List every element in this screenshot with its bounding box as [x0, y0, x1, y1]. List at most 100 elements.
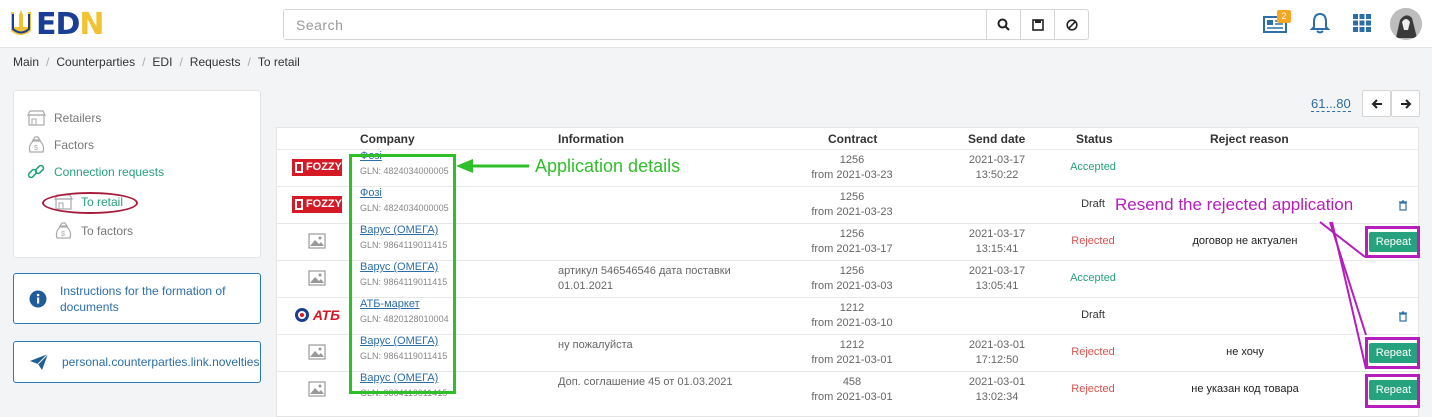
contract-date: from 2021-03-01: [811, 391, 893, 403]
contract-date: from 2021-03-01: [811, 354, 893, 366]
trash-icon[interactable]: [1398, 200, 1408, 211]
svg-text:$: $: [61, 231, 65, 238]
reject-reason-cell: не указан код товара: [1191, 383, 1299, 395]
send-date-cell: 2021-03-17 13:15:41: [952, 227, 1042, 257]
news-button[interactable]: 2: [1262, 9, 1291, 37]
retailer-logo: [291, 233, 343, 249]
send-date-cell: [952, 190, 1042, 205]
contract-number: 1256: [839, 265, 865, 277]
contract-date: from 2021-03-10: [811, 317, 893, 329]
apps-button[interactable]: [1352, 13, 1372, 36]
status-cell: Accepted: [1070, 272, 1116, 284]
contract-date: from 2021-03-23: [811, 206, 893, 218]
breadcrumb: Main / Counterparties / EDI / Requests / To reta…: [13, 55, 300, 69]
novelties-card[interactable]: personal.counterparties.link.novelties: [13, 341, 261, 383]
clear-search-button[interactable]: [1054, 10, 1088, 39]
search-box: [283, 9, 1089, 40]
contract-cell: 1212 from 2021-03-10: [797, 301, 907, 331]
arrow-right-icon: [1400, 98, 1411, 109]
fozzy-logo-text: FOZZY: [305, 161, 342, 173]
annotation-arrow: [456, 159, 529, 173]
info-icon: [29, 290, 47, 307]
svg-text:$: $: [34, 145, 38, 152]
sidebar-item-factors[interactable]: $ Factors: [27, 136, 94, 154]
avatar-image: [1390, 8, 1422, 40]
repeat-highlight-3: [1365, 374, 1420, 408]
application-details-annotation: Application details: [535, 156, 681, 176]
status-cell: Rejected: [1071, 346, 1115, 358]
sidebar-item-connection-requests[interactable]: Connection requests: [27, 163, 164, 181]
user-avatar[interactable]: [1390, 8, 1422, 40]
edin-logo[interactable]: ED N: [8, 6, 105, 42]
information-line-1: Доп. соглашение 45 от 01.03.2021: [558, 376, 733, 388]
application-details-box: [349, 154, 456, 394]
send-date-cell: 2021-03-01 17:12:50: [952, 338, 1042, 368]
breadcrumb-requests[interactable]: Requests: [190, 55, 241, 69]
bell-icon: [1309, 12, 1331, 33]
send-time: 17:12:50: [975, 354, 1019, 366]
send-time: 13:15:41: [975, 243, 1019, 255]
send-date-cell: 2021-03-01 13:02:34: [952, 375, 1042, 405]
information-cell: артикул 546546546 дата поставки 01.01.202…: [558, 264, 731, 294]
logo-text-n: N: [79, 6, 104, 42]
trash-icon[interactable]: [1398, 311, 1408, 322]
send-time: 13:05:41: [975, 280, 1019, 292]
atb-logo: АТБ: [294, 307, 340, 323]
information-line-2: 01.01.2021: [558, 280, 614, 292]
save-search-button[interactable]: [1020, 10, 1054, 39]
image-placeholder-icon: [308, 233, 326, 249]
header-company[interactable]: Company: [360, 132, 415, 146]
sidebar-item-retailers[interactable]: Retailers: [27, 110, 101, 126]
next-page-button[interactable]: [1391, 90, 1420, 117]
retailer-logo: [291, 270, 343, 286]
notifications-button[interactable]: [1309, 12, 1331, 37]
status-cell: Accepted: [1070, 161, 1116, 173]
contract-number: 1212: [839, 302, 865, 314]
prev-page-button[interactable]: [1362, 90, 1391, 117]
trident-icon: [8, 9, 34, 39]
send-date: 2021-03-17: [968, 265, 1026, 277]
pager-range[interactable]: 61...80: [1311, 96, 1351, 112]
breadcrumb-edi[interactable]: EDI: [152, 55, 172, 69]
sidebar: Retailers $ Factors Connection requests …: [13, 90, 261, 258]
header-contract[interactable]: Contract: [828, 132, 877, 146]
header-send-date[interactable]: Send date: [968, 132, 1025, 146]
contract-cell: 1256 from 2021-03-23: [797, 190, 907, 220]
breadcrumb-counterparties[interactable]: Counterparties: [56, 55, 135, 69]
send-time: 13:02:34: [975, 391, 1019, 403]
contract-number: 1256: [839, 228, 865, 240]
search-input[interactable]: [284, 10, 986, 39]
fozzy-logo: FOZZY: [292, 196, 342, 213]
store-icon: [27, 110, 46, 126]
header-information[interactable]: Information: [558, 132, 624, 146]
send-date: 2021-03-17: [968, 228, 1026, 240]
contract-cell: 1256 from 2021-03-03: [797, 264, 907, 294]
breadcrumb-main[interactable]: Main: [13, 55, 39, 69]
send-date: 2021-03-01: [968, 339, 1026, 351]
sidebar-item-to-factors[interactable]: $ To factors: [54, 222, 133, 240]
sidebar-item-label: Connection requests: [54, 165, 165, 179]
contract-number: 1256: [839, 191, 865, 203]
contract-cell: 458 from 2021-03-01: [797, 375, 907, 405]
instructions-card[interactable]: Instructions for the formation of docume…: [13, 273, 261, 324]
contract-date: from 2021-03-17: [811, 243, 893, 255]
information-cell: Доп. соглашение 45 от 01.03.2021: [558, 375, 732, 390]
reject-reason-cell: договор не актуален: [1192, 235, 1298, 247]
contract-number: 1256: [839, 154, 865, 166]
resend-annotation: Resend the rejected application: [1115, 195, 1354, 214]
search-button[interactable]: [986, 10, 1020, 39]
logo-text-ed: ED: [36, 6, 80, 42]
status-cell: Rejected: [1071, 383, 1115, 395]
instructions-label: Instructions for the formation of docume…: [60, 283, 226, 314]
retailer-logo: АТБ: [291, 307, 343, 323]
image-placeholder-icon: [308, 381, 326, 397]
status-cell: Rejected: [1071, 235, 1115, 247]
contract-number: 1212: [839, 339, 865, 351]
information-cell: ну пожалуйста: [558, 338, 633, 353]
header-reject-reason[interactable]: Reject reason: [1210, 132, 1289, 146]
header-icons: 2: [1262, 8, 1422, 40]
header-status[interactable]: Status: [1076, 132, 1113, 146]
fozzy-logo-text: FOZZY: [305, 198, 342, 210]
contract-number: 458: [842, 376, 862, 388]
repeat-highlight-2: [1365, 337, 1420, 369]
